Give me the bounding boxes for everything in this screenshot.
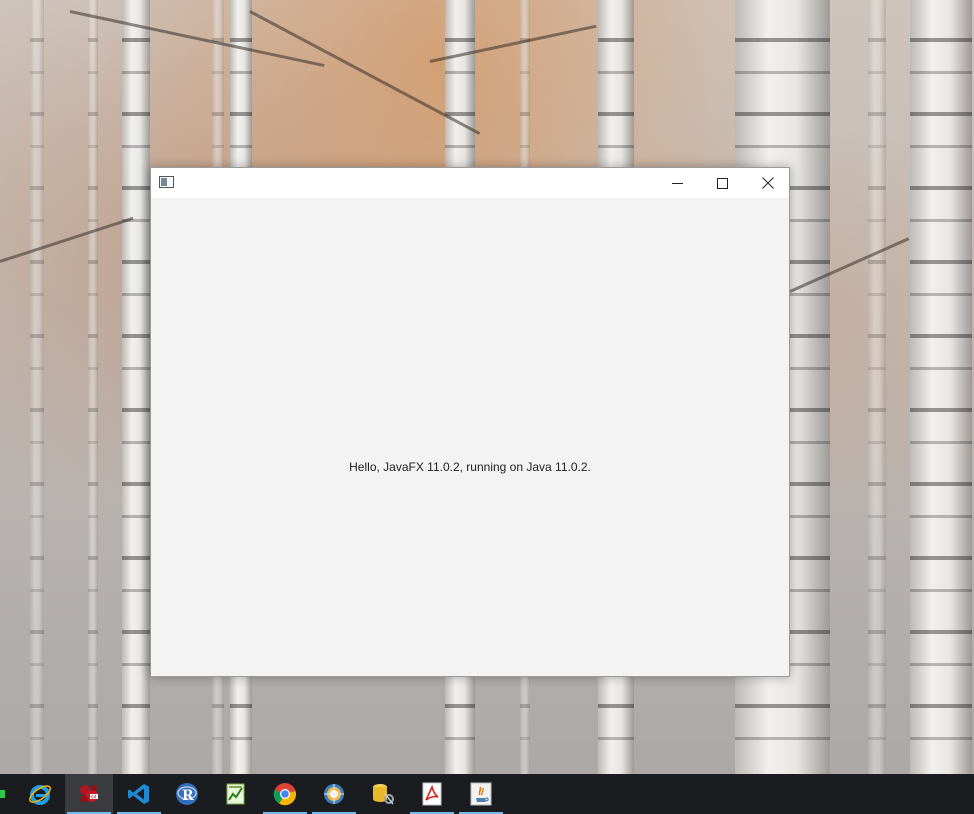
svg-text:64: 64 [91,795,97,801]
svg-text:R: R [182,788,194,804]
minimize-button[interactable] [654,168,700,198]
taskbar-visual-studio-code[interactable] [115,774,163,814]
java-icon [470,782,492,806]
hello-label: Hello, JavaFX 11.0.2, running on Java 11… [349,460,591,474]
maximize-icon [716,177,728,189]
notepad-icon [226,783,245,805]
taskbar-internet-explorer[interactable] [16,774,64,814]
database-icon [373,784,394,805]
close-icon [762,177,774,189]
r-icon: R [176,783,198,805]
maximize-button[interactable] [699,168,745,198]
red-bug-icon: 64 [80,785,98,803]
start-edge-indicator [0,790,5,798]
chrome-icon [273,783,297,806]
taskbar-java-app[interactable] [457,774,505,814]
taskbar-r[interactable]: R [163,774,211,814]
taskbar: 64 R [0,774,974,814]
javafx-window[interactable]: Hello, JavaFX 11.0.2, running on Java 11… [150,167,790,677]
taskbar-notepad-plus-plus[interactable] [212,774,260,814]
taskbar-database-tool[interactable] [359,774,407,814]
taskbar-acrobat-reader[interactable] [408,774,456,814]
taskbar-red-bug-app[interactable]: 64 [65,774,113,814]
eclipse-icon [324,784,344,804]
taskbar-google-chrome[interactable] [261,774,309,814]
internet-explorer-icon [29,785,51,805]
window-titlebar[interactable] [151,168,789,198]
desktop: Hello, JavaFX 11.0.2, running on Java 11… [0,0,974,814]
window-content: Hello, JavaFX 11.0.2, running on Java 11… [151,198,789,676]
taskbar-eclipse[interactable] [310,774,358,814]
close-button[interactable] [745,168,791,198]
window-app-icon[interactable] [159,176,174,188]
minimize-icon [671,182,683,184]
vscode-icon [128,784,149,804]
pdf-icon [422,782,442,806]
